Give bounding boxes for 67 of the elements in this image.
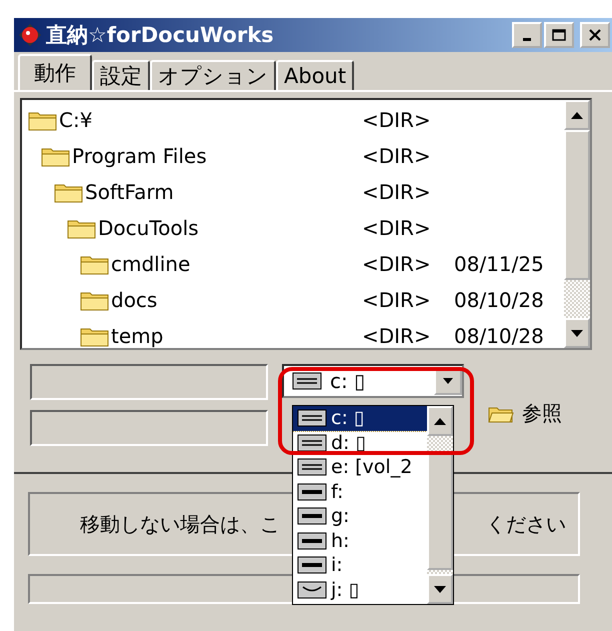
folder-type: <DIR> <box>362 108 432 132</box>
close-button[interactable] <box>580 22 610 48</box>
scrollbar[interactable] <box>427 406 453 604</box>
scroll-down-button[interactable] <box>427 574 453 604</box>
drive-item[interactable]: h: <box>293 528 427 553</box>
tab[interactable]: オプション <box>150 60 276 90</box>
close-icon <box>588 29 602 41</box>
drive-item[interactable]: i: <box>293 553 427 578</box>
scroll-track[interactable] <box>427 570 453 574</box>
drive-icon <box>297 457 327 478</box>
folder-icon <box>488 404 514 422</box>
minimize-button[interactable] <box>512 22 542 48</box>
drive-icon <box>297 530 327 551</box>
drive-icon <box>297 482 327 502</box>
drive-icon <box>292 371 322 391</box>
combo-value: c: ▯ <box>330 369 366 393</box>
drive-item[interactable]: g: <box>293 504 427 528</box>
app-icon <box>18 23 42 47</box>
down-arrow-icon <box>434 586 446 592</box>
folder-date: 08/10/28 <box>454 288 544 312</box>
folder-date: 08/11/25 <box>454 252 544 276</box>
browse-button[interactable]: 参照 <box>488 400 562 427</box>
path-field[interactable] <box>30 364 268 400</box>
caret-icon <box>443 378 453 384</box>
folder-type: <DIR> <box>362 144 432 168</box>
scroll-thumb[interactable] <box>427 452 453 570</box>
folder-date: 08/10/28 <box>454 324 544 348</box>
path-field[interactable] <box>30 410 268 446</box>
drive-item[interactable]: c: ▯ <box>293 406 427 430</box>
folder-type: <DIR> <box>362 288 432 312</box>
folder-name[interactable]: Program Files <box>72 144 207 168</box>
scrollbar[interactable] <box>564 100 590 348</box>
drive-item[interactable]: j: ▯ <box>293 578 427 602</box>
maximize-icon <box>552 29 566 41</box>
drive-icon <box>297 555 327 576</box>
folder-name[interactable]: temp <box>111 324 164 348</box>
drive-icon <box>297 432 327 453</box>
scroll-up-button[interactable] <box>427 406 453 436</box>
minimize-icon <box>523 38 531 41</box>
folder-name[interactable]: C:¥ <box>59 108 92 132</box>
folder-type: <DIR> <box>362 252 432 276</box>
scroll-track[interactable] <box>427 436 453 452</box>
tab[interactable]: About <box>276 60 354 90</box>
down-arrow-icon <box>571 330 583 336</box>
tab[interactable]: 設定 <box>92 60 150 90</box>
folder-type: <DIR> <box>362 216 432 240</box>
up-arrow-icon <box>571 112 583 118</box>
folder-name[interactable]: SoftFarm <box>85 180 174 204</box>
tab[interactable]: 動作 <box>18 54 92 90</box>
folder-name[interactable]: DocuTools <box>98 216 199 240</box>
drive-item[interactable]: f: <box>293 480 427 504</box>
folder-name[interactable]: cmdline <box>111 252 190 276</box>
scroll-up-button[interactable] <box>564 100 590 130</box>
drive-icon <box>297 580 327 600</box>
scroll-down-button[interactable] <box>564 318 590 348</box>
maximize-button[interactable] <box>544 22 574 48</box>
scroll-thumb[interactable] <box>564 130 590 280</box>
drive-icon <box>297 408 327 428</box>
message-text: ください <box>486 510 566 538</box>
message-text: 移動しない場合は、こ <box>80 510 280 538</box>
folder-name[interactable]: docs <box>111 288 158 312</box>
drive-icon <box>297 506 327 526</box>
drive-item[interactable]: e: [vol_2 <box>293 455 427 480</box>
up-arrow-icon <box>434 418 446 424</box>
folder-type: <DIR> <box>362 180 432 204</box>
folder-type: <DIR> <box>362 324 432 348</box>
window-title: 直納☆forDocuWorks <box>46 22 274 49</box>
